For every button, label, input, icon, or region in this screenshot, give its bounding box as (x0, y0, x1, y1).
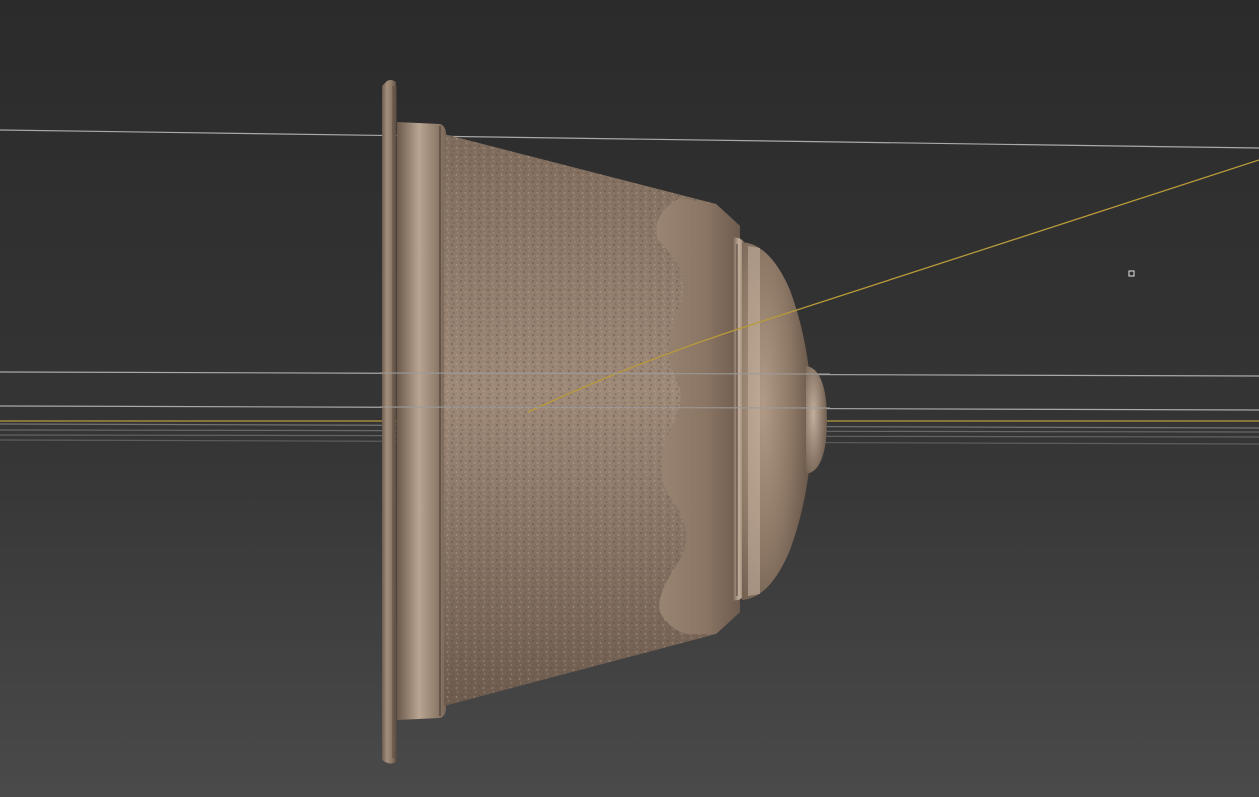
capsule-rim (397, 122, 446, 720)
3d-viewport[interactable] (0, 0, 1259, 797)
viewport-canvas[interactable] (0, 0, 1259, 797)
square-handle-icon[interactable] (1128, 270, 1135, 277)
